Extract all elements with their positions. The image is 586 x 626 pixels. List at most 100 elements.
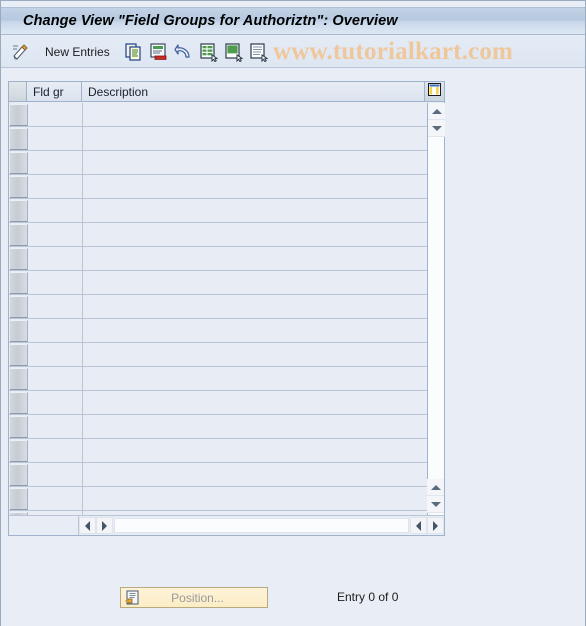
cell-description[interactable] bbox=[83, 175, 427, 198]
row-select-button[interactable] bbox=[10, 368, 28, 390]
scroll-right-button-end[interactable] bbox=[427, 517, 444, 534]
cell-description[interactable] bbox=[83, 295, 427, 318]
row-select-button[interactable] bbox=[10, 200, 28, 222]
row-select-button[interactable] bbox=[10, 248, 28, 270]
entry-count-label: Entry 0 of 0 bbox=[337, 590, 399, 604]
row-select-button[interactable] bbox=[10, 128, 28, 150]
cell-fld-gr[interactable] bbox=[28, 439, 83, 462]
undo-button[interactable] bbox=[174, 39, 194, 65]
new-entries-button[interactable]: New Entries bbox=[45, 39, 110, 65]
row-select-button[interactable] bbox=[10, 392, 28, 414]
cell-fld-gr[interactable] bbox=[28, 175, 83, 198]
scroll-up-button[interactable] bbox=[428, 103, 445, 120]
cell-description[interactable] bbox=[83, 487, 427, 510]
vertical-scrollbar[interactable] bbox=[427, 103, 445, 515]
cell-fld-gr[interactable] bbox=[28, 295, 83, 318]
select-block-button[interactable] bbox=[224, 39, 244, 65]
cell-fld-gr[interactable] bbox=[28, 367, 83, 390]
pencil-paper-icon bbox=[11, 42, 31, 62]
cell-fld-gr[interactable] bbox=[28, 319, 83, 342]
row-select-button[interactable] bbox=[10, 440, 28, 462]
scroll-up-button-bottom[interactable] bbox=[427, 479, 444, 496]
table-row[interactable] bbox=[9, 199, 427, 223]
select-all-column-header[interactable] bbox=[9, 82, 27, 101]
cell-fld-gr[interactable] bbox=[28, 343, 83, 366]
toolbar: New Entries bbox=[1, 36, 585, 68]
copy-as-button[interactable] bbox=[124, 39, 144, 65]
table-row[interactable] bbox=[9, 271, 427, 295]
deselect-all-button[interactable] bbox=[249, 39, 269, 65]
row-select-button[interactable] bbox=[10, 272, 28, 294]
column-header-description[interactable]: Description bbox=[82, 82, 424, 101]
display-change-button[interactable] bbox=[11, 39, 31, 65]
table-row[interactable] bbox=[9, 415, 427, 439]
table-row[interactable] bbox=[9, 319, 427, 343]
cell-description[interactable] bbox=[83, 247, 427, 270]
cell-fld-gr[interactable] bbox=[28, 391, 83, 414]
column-header-fld-gr[interactable]: Fld gr bbox=[27, 82, 82, 101]
row-select-button[interactable] bbox=[10, 488, 28, 510]
table-row[interactable] bbox=[9, 463, 427, 487]
cell-description[interactable] bbox=[83, 199, 427, 222]
row-select-button[interactable] bbox=[10, 152, 28, 174]
scroll-right-button[interactable] bbox=[96, 517, 113, 534]
cell-description[interactable] bbox=[83, 463, 427, 486]
cell-fld-gr[interactable] bbox=[28, 199, 83, 222]
cell-fld-gr[interactable] bbox=[28, 151, 83, 174]
cell-description[interactable] bbox=[83, 319, 427, 342]
table-row[interactable] bbox=[9, 151, 427, 175]
cell-description[interactable] bbox=[83, 271, 427, 294]
cell-description[interactable] bbox=[83, 103, 427, 126]
table-row[interactable] bbox=[9, 487, 427, 511]
cell-fld-gr[interactable] bbox=[28, 463, 83, 486]
delete-button[interactable] bbox=[149, 39, 169, 65]
cell-fld-gr[interactable] bbox=[28, 103, 83, 126]
table-row[interactable] bbox=[9, 391, 427, 415]
vertical-scroll-track[interactable] bbox=[428, 137, 444, 515]
position-button[interactable]: Position... bbox=[120, 587, 268, 608]
row-select-button[interactable] bbox=[10, 104, 28, 126]
cell-description[interactable] bbox=[83, 439, 427, 462]
table-row[interactable] bbox=[9, 103, 427, 127]
table-row[interactable] bbox=[9, 223, 427, 247]
cell-description[interactable] bbox=[83, 127, 427, 150]
table-settings-icon bbox=[428, 82, 441, 101]
select-all-button[interactable] bbox=[199, 39, 219, 65]
cell-description[interactable] bbox=[83, 223, 427, 246]
row-select-button[interactable] bbox=[10, 224, 28, 246]
table-row[interactable] bbox=[9, 247, 427, 271]
table-row[interactable] bbox=[9, 295, 427, 319]
cell-fld-gr[interactable] bbox=[28, 487, 83, 510]
cell-description[interactable] bbox=[83, 151, 427, 174]
cell-fld-gr[interactable] bbox=[28, 271, 83, 294]
table-row[interactable] bbox=[9, 439, 427, 463]
vertical-scrollbar-bottom[interactable] bbox=[427, 479, 444, 515]
cell-description[interactable] bbox=[83, 343, 427, 366]
row-select-button[interactable] bbox=[10, 296, 28, 318]
horizontal-scroll-track[interactable] bbox=[114, 518, 409, 533]
row-select-button[interactable] bbox=[10, 344, 28, 366]
row-select-button[interactable] bbox=[10, 176, 28, 198]
table-row[interactable] bbox=[9, 367, 427, 391]
cell-fld-gr[interactable] bbox=[28, 127, 83, 150]
cell-fld-gr[interactable] bbox=[28, 247, 83, 270]
cell-fld-gr[interactable] bbox=[28, 223, 83, 246]
scroll-left-button-end[interactable] bbox=[410, 517, 427, 534]
sap-overview-window: Change View "Field Groups for Authoriztn… bbox=[0, 0, 586, 626]
scroll-down-button-bottom[interactable] bbox=[427, 496, 444, 513]
cell-description[interactable] bbox=[83, 391, 427, 414]
cell-fld-gr[interactable] bbox=[28, 415, 83, 438]
cell-description[interactable] bbox=[83, 367, 427, 390]
row-select-button[interactable] bbox=[10, 464, 28, 486]
table-row[interactable] bbox=[9, 343, 427, 367]
horizontal-scrollbar[interactable] bbox=[9, 515, 444, 535]
scroll-up-icon bbox=[430, 484, 441, 490]
table-row[interactable] bbox=[9, 127, 427, 151]
table-settings-button[interactable] bbox=[424, 82, 444, 101]
row-select-button[interactable] bbox=[10, 320, 28, 342]
row-select-button[interactable] bbox=[10, 416, 28, 438]
table-row[interactable] bbox=[9, 175, 427, 199]
cell-description[interactable] bbox=[83, 415, 427, 438]
scroll-left-button[interactable] bbox=[79, 517, 96, 534]
scroll-down-button[interactable] bbox=[428, 120, 445, 137]
